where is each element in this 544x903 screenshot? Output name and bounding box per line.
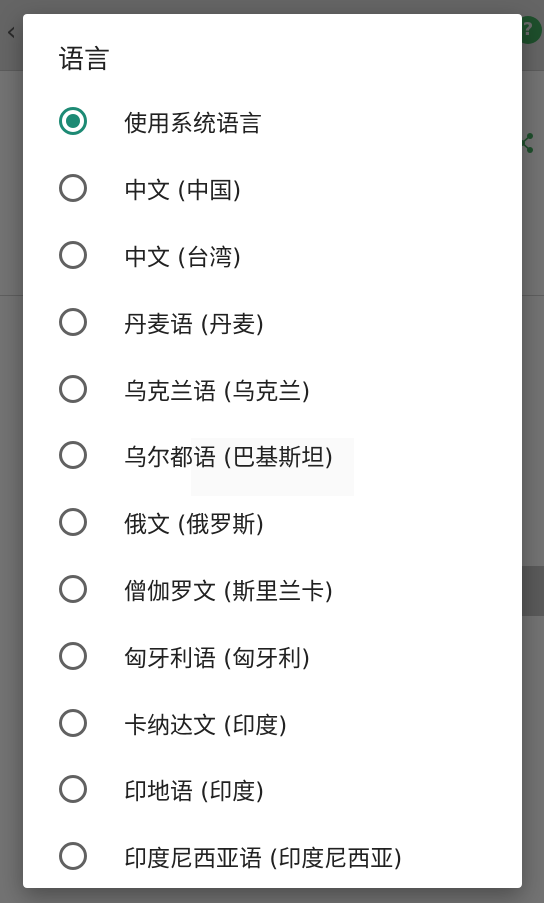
language-option[interactable]: 中文 (台湾) [23,222,522,289]
radio-unchecked-icon[interactable] [59,574,87,603]
language-option-label: 印度尼西亚语 (印度尼西亚) [124,846,403,873]
language-option[interactable]: 乌克兰语 (乌克兰) [23,355,522,422]
language-option[interactable]: 印地语 (印度) [23,756,522,823]
language-option-label: 丹麦语 (丹麦) [124,311,265,338]
radio-unchecked-icon[interactable] [59,641,87,670]
language-option[interactable]: 僧伽罗文 (斯里兰卡) [23,556,522,623]
language-option[interactable]: 丹麦语 (丹麦) [23,288,522,355]
radio-unchecked-icon[interactable] [59,708,87,737]
language-option-label: 卡纳达文 (印度) [124,712,288,739]
language-option[interactable]: 乌尔都语 (巴基斯坦) [23,422,522,489]
radio-unchecked-icon[interactable] [59,508,87,537]
language-option[interactable]: 俄文 (俄罗斯) [23,489,522,556]
language-option-label: 中文 (台湾) [124,244,242,271]
radio-unchecked-icon[interactable] [59,374,87,403]
radio-checked-icon[interactable] [59,107,87,136]
language-option-label: 印地语 (印度) [124,779,265,806]
language-option[interactable]: 匈牙利语 (匈牙利) [23,622,522,689]
language-dialog: 语言 使用系统语言 中文 (中国) 中文 (台湾) 丹麦语 (丹麦) 乌克兰语 (乌克兰… [23,14,522,888]
language-option[interactable]: 卡纳达文 (印度) [23,689,522,756]
radio-unchecked-icon[interactable] [59,240,87,269]
language-option[interactable]: 使用系统语言 [23,88,522,155]
radio-unchecked-icon[interactable] [59,307,87,336]
language-option[interactable]: 印度尼西亚语 (印度尼西亚) [23,823,522,888]
language-option-label: 使用系统语言 [124,111,262,138]
language-option-label: 乌克兰语 (乌克兰) [124,378,311,405]
language-option-label: 僧伽罗文 (斯里兰卡) [124,578,334,605]
radio-unchecked-icon[interactable] [59,441,87,470]
dialog-title: 语言 [58,45,111,75]
language-option[interactable]: 中文 (中国) [23,155,522,222]
language-option-label: 匈牙利语 (匈牙利) [124,645,311,672]
radio-unchecked-icon[interactable] [59,842,87,871]
language-options-list: 使用系统语言 中文 (中国) 中文 (台湾) 丹麦语 (丹麦) 乌克兰语 (乌克兰) 乌尔… [23,88,522,888]
language-option-label: 俄文 (俄罗斯) [124,512,265,539]
language-option-label: 中文 (中国) [124,178,242,205]
radio-unchecked-icon[interactable] [59,775,87,804]
language-option-label: 乌尔都语 (巴基斯坦) [124,445,334,472]
radio-unchecked-icon[interactable] [59,174,87,203]
